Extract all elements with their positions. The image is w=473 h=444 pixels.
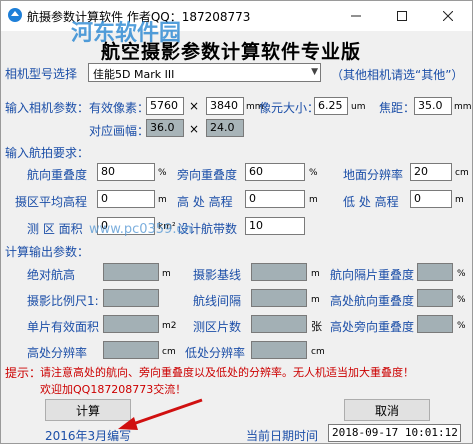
side-overlap-unit: %	[309, 168, 318, 178]
single-area-label: 单片有效面积	[27, 320, 100, 334]
pixel-size-label: 像元大小：	[259, 101, 320, 115]
abs-height-label: 绝对航高	[27, 268, 76, 282]
minimize-icon	[351, 15, 361, 17]
gsd-unit: cm	[455, 168, 469, 178]
strip-spacing-output	[251, 289, 307, 307]
forward-overlap-label: 航向重叠度	[27, 168, 88, 182]
low-elev-label: 低 处 高程	[343, 195, 399, 209]
chevron-down-icon: ▼	[311, 67, 318, 77]
times-sign-2: ×	[189, 122, 200, 136]
strip-spacing-label: 航线间隔	[193, 294, 242, 308]
adj-forward-output	[417, 263, 453, 281]
low-res-unit: cm	[311, 347, 325, 357]
maximize-button[interactable]	[379, 1, 425, 31]
single-area-unit: m2	[162, 321, 177, 331]
diag-width-box: 36.0	[146, 119, 184, 137]
high-forward-output	[417, 289, 453, 307]
app-icon	[8, 8, 22, 22]
high-res-unit: cm	[162, 347, 176, 357]
photo-count-unit: 张	[311, 320, 322, 333]
gsd-input[interactable]: 20	[410, 163, 452, 181]
minimize-button[interactable]	[333, 1, 379, 31]
focal-unit: mm	[454, 102, 472, 112]
high-forward-label: 高处航向重叠度	[330, 294, 415, 308]
datetime-label: 当前日期时间	[246, 429, 319, 443]
watermark-url: www.pc0359.cn	[89, 222, 192, 237]
strips-input[interactable]: 10	[245, 217, 305, 235]
high-res-label: 高处分辨率	[27, 346, 88, 360]
focal-input[interactable]: 35.0	[414, 97, 452, 115]
pixels-width-input[interactable]: 5760	[146, 97, 184, 115]
output-section: 计算输出参数：	[5, 245, 90, 259]
camera-selected-value: 佳能5D Mark III	[93, 68, 175, 81]
baseline-output	[251, 263, 307, 281]
scale-output	[103, 289, 159, 307]
written-date: 2016年3月编写	[45, 429, 132, 443]
times-sign: ×	[189, 99, 200, 113]
tip-prefix: 提示：	[5, 366, 42, 380]
high-forward-unit: %	[457, 295, 466, 305]
adj-forward-unit: %	[457, 269, 466, 279]
flight-section: 输入航拍要求：	[5, 146, 90, 160]
focal-label: 焦距：	[379, 101, 416, 115]
avg-elev-label: 摄区平均高程	[15, 195, 88, 209]
datetime-display: 2018-09-17 10:01:12	[328, 424, 461, 442]
diag-height-box: 24.0	[206, 119, 244, 137]
adj-forward-label: 航向隔片重叠度	[330, 268, 415, 282]
cancel-button[interactable]: 取消	[344, 399, 430, 421]
baseline-label: 摄影基线	[193, 268, 242, 282]
maximize-icon	[397, 11, 407, 21]
pixels-label: 有效像素：	[89, 101, 150, 115]
high-elev-label: 高 处 高程	[177, 195, 233, 209]
high-side-label: 高处旁向重叠度	[330, 320, 415, 334]
area-label: 测 区 面积	[27, 222, 83, 236]
pixel-size-unit: um	[351, 102, 366, 112]
forward-overlap-input[interactable]: 80	[97, 163, 155, 181]
high-side-output	[417, 315, 453, 333]
avg-elev-input[interactable]: 0	[97, 190, 155, 208]
app-banner: 航空摄影参数计算软件专业版	[101, 41, 362, 63]
photo-count-label: 测区片数	[193, 320, 242, 334]
high-elev-unit: m	[309, 195, 318, 205]
scale-label: 摄影比例尺1:	[27, 294, 99, 308]
side-overlap-label: 旁向重叠度	[177, 168, 238, 182]
close-button[interactable]	[425, 1, 471, 31]
app-window: 航摄参数计算软件 作者QQ：187208773 河东软件园 航空摄影参数计算软件…	[0, 0, 473, 444]
low-res-label: 低处分辨率	[185, 346, 246, 360]
side-overlap-input[interactable]: 60	[245, 163, 305, 181]
close-icon	[443, 11, 453, 21]
avg-elev-unit: m	[158, 195, 167, 205]
tip-line-2: 欢迎加QQ187208773交流！	[40, 383, 187, 396]
baseline-unit: m	[311, 269, 320, 279]
abs-height-unit: m	[162, 269, 171, 279]
diag-label: 对应画幅：	[89, 124, 150, 138]
camera-label: 相机型号选择	[5, 67, 78, 81]
low-elev-unit: m	[455, 195, 464, 205]
low-elev-input[interactable]: 0	[410, 190, 452, 208]
strip-spacing-unit: m	[311, 295, 320, 305]
high-res-output	[103, 341, 159, 359]
photo-count-output	[251, 315, 307, 333]
camera-params-section: 输入相机参数：	[5, 101, 90, 115]
forward-overlap-unit: %	[158, 168, 167, 178]
camera-select[interactable]: 佳能5D Mark III ▼	[88, 63, 321, 82]
camera-hint: （其他相机请选“其他”）	[331, 68, 464, 82]
pixels-height-input[interactable]: 3840	[206, 97, 244, 115]
single-area-output	[103, 315, 159, 333]
low-res-output	[251, 341, 307, 359]
gsd-label: 地面分辨率	[343, 168, 404, 182]
high-side-unit: %	[457, 321, 466, 331]
high-elev-input[interactable]: 0	[245, 190, 305, 208]
abs-height-output	[103, 263, 159, 281]
tip-line-1: 请注意高处的航向、旁向重叠度以及低处的分辨率。无人机适当加大重叠度！	[40, 366, 414, 379]
pixel-size-input[interactable]: 6.25	[314, 97, 348, 115]
